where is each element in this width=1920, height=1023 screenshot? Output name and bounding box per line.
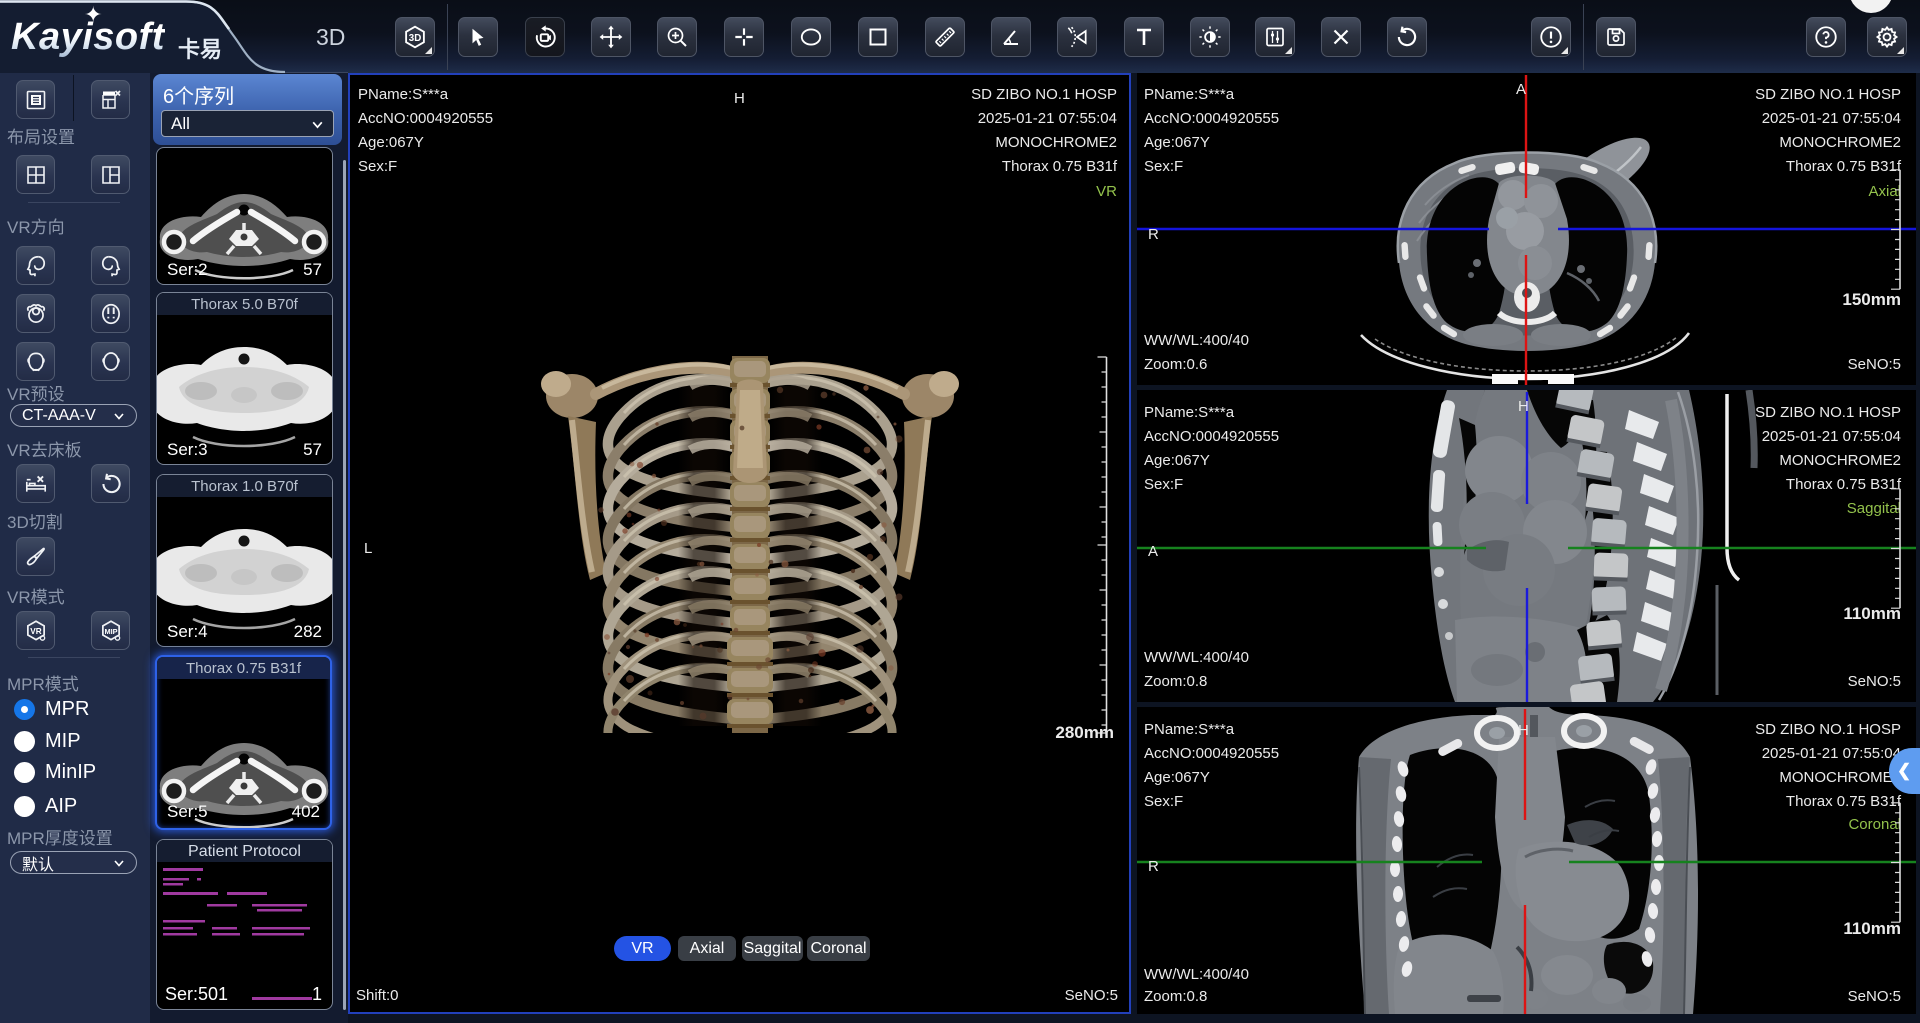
svg-text:3D: 3D xyxy=(409,33,421,44)
svg-text:MIP: MIP xyxy=(104,626,117,635)
svg-text:VR: VR xyxy=(30,627,41,636)
